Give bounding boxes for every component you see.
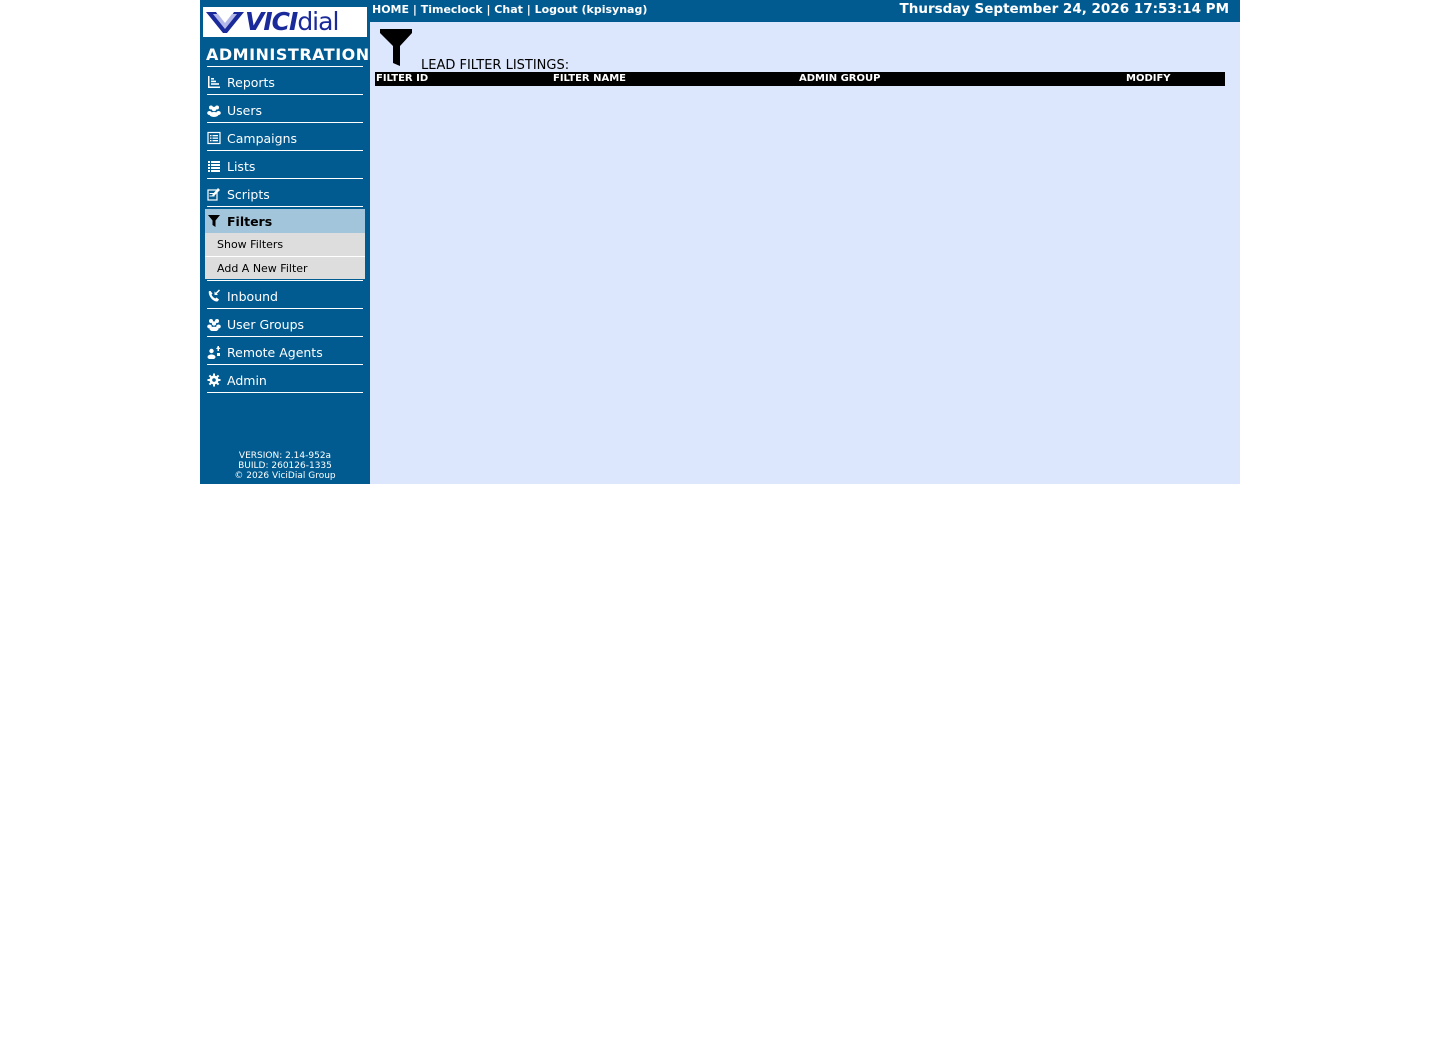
submenu-label: Add A New Filter [217,261,308,275]
chat-link[interactable]: Chat [494,3,523,16]
filter-icon [380,29,412,66]
table-header: FILTER ID FILTER NAME ADMIN GROUP MODIFY [375,72,1225,86]
divider [207,150,363,151]
reports-icon [208,76,220,88]
divider [207,308,363,309]
sidebar-item-users[interactable]: Users [205,98,365,122]
divider [207,206,363,207]
timeclock-link[interactable]: Timeclock [421,3,483,16]
submenu-show-filters[interactable]: Show Filters [205,233,365,256]
column-header-admin-group[interactable]: ADMIN GROUP [799,73,880,84]
sidebar-item-label: Campaigns [227,130,298,146]
lists-icon [208,161,220,172]
divider [207,122,363,123]
gear-icon [207,373,221,387]
sidebar-item-remote-agents[interactable]: Remote Agents [205,340,365,364]
sidebar-item-label: Lists [227,158,256,174]
sidebar-item-user-groups[interactable]: User Groups [205,312,365,336]
link-separator: | [522,3,535,16]
sidebar-item-label: Remote Agents [227,344,323,360]
divider [207,336,363,337]
sidebar-item-label: Inbound [227,288,278,304]
sidebar-item-lists[interactable]: Lists [205,154,365,178]
copyright-text: © 2026 ViciDial Group [234,471,336,481]
build-text: BUILD: 260126-1335 [238,461,332,471]
logo-chevron-icon [206,12,244,33]
column-header-filter-name[interactable]: FILTER NAME [553,73,626,84]
sidebar-title: ADMINISTRATION [206,45,370,64]
divider [207,178,363,179]
logout-link[interactable]: Logout (kpisynag) [535,3,648,16]
page-title: LEAD FILTER LISTINGS: [421,58,570,73]
campaigns-icon [207,131,221,145]
top-bar: HOME | Timeclock | Chat | Logout (kpisyn… [370,0,1240,22]
divider [207,94,363,95]
column-header-filter-id[interactable]: FILTER ID [376,73,428,84]
sidebar-item-label: Admin [227,372,267,388]
link-separator: | [482,3,495,16]
logo-text-dial: dial [297,7,339,36]
user-groups-icon [207,319,221,331]
top-nav-links: HOME | Timeclock | Chat | Logout (kpisyn… [372,3,647,16]
sidebar-item-filters[interactable]: Filters [205,209,365,233]
current-datetime: Thursday September 24, 2026 17:53:14 PM [899,1,1229,17]
sidebar-item-admin[interactable]: Admin [205,368,365,392]
scripts-icon [207,188,220,201]
logo-text-vici: VICI [245,7,298,36]
vicidial-logo[interactable]: VICI dial [203,7,367,37]
submenu-add-new-filter[interactable]: Add A New Filter [205,256,365,279]
home-link[interactable]: HOME [372,3,409,16]
version-text: VERSION: 2.14-952a [238,451,332,461]
vicidial-admin-app: VICI dial ADMINISTRATION Reports Users C… [200,0,1240,484]
remote-agents-icon [207,346,221,359]
sidebar-item-reports[interactable]: Reports [205,70,365,94]
sidebar: VICI dial ADMINISTRATION Reports Users C… [200,0,370,484]
filter-icon [208,215,220,227]
inbound-icon [208,289,221,302]
sidebar-item-scripts[interactable]: Scripts [205,182,365,206]
sidebar-item-label: Reports [227,74,275,90]
link-separator: | [409,3,421,16]
sidebar-item-label: Filters [227,213,273,229]
sidebar-item-label: Scripts [227,186,270,202]
users-icon [207,105,221,117]
sidebar-item-label: User Groups [227,316,305,332]
sidebar-item-label: Users [227,102,263,118]
sidebar-item-inbound[interactable]: Inbound [205,284,365,308]
main-content: LEAD FILTER LISTINGS: FILTER ID FILTER N… [370,22,1240,484]
divider [207,66,363,67]
column-header-modify: MODIFY [1126,73,1171,84]
divider [207,364,363,365]
version-footer: VERSION: 2.14-952a BUILD: 260126-1335 © … [200,451,370,481]
divider [207,280,363,281]
divider [207,392,363,393]
sidebar-item-campaigns[interactable]: Campaigns [205,126,365,150]
submenu-label: Show Filters [217,238,284,251]
